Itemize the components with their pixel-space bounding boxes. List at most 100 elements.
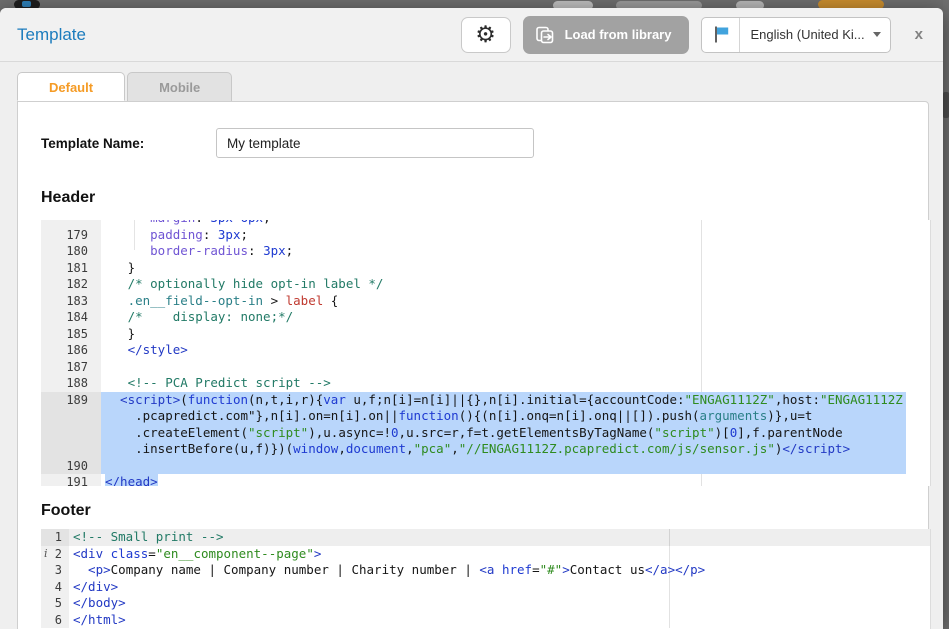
code-token: "ENGAG1112Z" (685, 392, 775, 407)
backdrop-fragment (943, 300, 949, 420)
code-token: <p> (73, 562, 111, 577)
code-token: </a></p> (645, 562, 705, 577)
language-dropdown[interactable]: English (United Ki... (701, 17, 890, 53)
code-token: .pcapredict.com"},n[i].on=n[i].on|| (105, 408, 399, 423)
code-token: window (293, 441, 338, 456)
code-token: 0 (391, 425, 399, 440)
code-line[interactable]: } (101, 260, 930, 277)
footer-section-heading: Footer (41, 502, 928, 520)
code-token: <a (479, 562, 502, 577)
code-token: "//ENGAG1112Z.pcapredict.com/js/sensor.j… (459, 441, 775, 456)
line-number: 187 (41, 359, 101, 376)
page-backdrop-right (943, 0, 949, 629)
code-line[interactable]: </head> (101, 474, 930, 486)
code-line[interactable]: /* display: none;*/ (101, 309, 930, 326)
code-line[interactable]: <!-- PCA Predict script --> (101, 375, 930, 392)
code-line[interactable]: </html> (69, 612, 930, 629)
tab-mobile[interactable]: Mobile (127, 72, 232, 101)
code-token: 3px 6px (210, 220, 263, 225)
load-from-library-button[interactable]: Load from library (523, 16, 690, 54)
code-token: arguments (700, 408, 768, 423)
code-token: } (105, 326, 135, 341)
code-token: "pca" (414, 441, 452, 456)
settings-button[interactable]: ⚙ (461, 17, 511, 53)
line-number (41, 425, 101, 442)
code-line[interactable]: </style> (101, 342, 930, 359)
code-token: </div> (73, 579, 118, 594)
editor-inner: 179180181182183184185186187188189190191 … (41, 220, 930, 486)
code-token: 3px (263, 243, 286, 258)
code-rows: margin: 3px 6px; padding: 3px; border-ra… (101, 220, 930, 486)
code-line[interactable]: border-radius: 3px; (101, 243, 930, 260)
code-token: /* optionally hide opt-in label */ (105, 276, 383, 291)
line-number: 179 (41, 227, 101, 244)
line-number: 6 (41, 612, 69, 629)
code-token: Contact us (570, 562, 645, 577)
code-line[interactable]: .insertBefore(u,f)})(window,document,"pc… (101, 441, 930, 458)
code-token: </head> (105, 474, 158, 486)
code-line[interactable] (101, 458, 930, 475)
tab-default[interactable]: Default (17, 72, 125, 101)
code-token: .createElement( (105, 425, 248, 440)
dialog-title: Template (17, 25, 86, 45)
code-line[interactable]: /* optionally hide opt-in label */ (101, 276, 930, 293)
code-token: <div (73, 546, 111, 561)
code-line[interactable]: <!-- Small print --> (69, 529, 930, 546)
code-token: "script" (654, 425, 714, 440)
code-token: function (188, 392, 248, 407)
line-number: 183 (41, 293, 101, 310)
line-number: 2i (41, 546, 69, 563)
close-button[interactable]: x (909, 22, 929, 47)
code-token: "en__component--page" (156, 546, 314, 561)
code-token: > (263, 293, 286, 308)
line-number: 190 (41, 458, 101, 475)
code-line[interactable]: } (101, 326, 930, 343)
code-token: var (323, 392, 346, 407)
code-line[interactable]: </div> (69, 579, 930, 596)
code-token: } (105, 260, 135, 275)
load-from-library-label: Load from library (565, 27, 672, 42)
code-token: ( (180, 392, 188, 407)
tab-bar: Default Mobile (17, 72, 943, 101)
code-token: href (502, 562, 532, 577)
library-icon (535, 25, 556, 45)
code-token: </html> (73, 612, 126, 627)
code-line[interactable]: </body> (69, 595, 930, 612)
header-code-editor[interactable]: 179180181182183184185186187188189190191 … (41, 220, 931, 486)
code-line[interactable]: <p>Company name | Company number | Chari… (69, 562, 930, 579)
footer-code-editor[interactable]: 12i3456 <!-- Small print --><div class="… (41, 529, 931, 629)
code-token: .insertBefore(u,f)})( (105, 441, 293, 456)
code-token: 3px (218, 227, 241, 242)
code-line[interactable] (101, 359, 930, 376)
code-rows: <!-- Small print --><div class="en__comp… (69, 529, 930, 628)
code-token: class (111, 546, 149, 561)
tab-content-panel: Template Name: Header 179180181182183184… (17, 101, 929, 629)
code-token: { (323, 293, 338, 308)
code-token: u,f;n[i]=n[i]||{},n[i].initial={accountC… (346, 392, 685, 407)
code-token: : (203, 227, 218, 242)
code-token: </body> (73, 595, 126, 610)
editor-inner: 12i3456 <!-- Small print --><div class="… (41, 529, 930, 628)
code-token: margin (105, 220, 195, 225)
line-number: 191 (41, 474, 101, 486)
code-token: border-radius (105, 243, 248, 258)
header-editor-code[interactable]: margin: 3px 6px; padding: 3px; border-ra… (101, 220, 930, 486)
code-line[interactable]: .en__field--opt-in > label { (101, 293, 930, 310)
code-token: = (148, 546, 156, 561)
template-name-input[interactable] (216, 128, 534, 158)
code-line[interactable]: <div class="en__component--page"> (69, 546, 930, 563)
footer-editor-code[interactable]: <!-- Small print --><div class="en__comp… (69, 529, 930, 628)
code-token: , (338, 441, 346, 456)
line-number: 5 (41, 595, 69, 612)
line-number (41, 408, 101, 425)
code-token: "script" (248, 425, 308, 440)
code-line[interactable]: .createElement("script"),u.async=!0,u.sr… (101, 425, 930, 442)
code-token: ; (240, 227, 248, 242)
code-line[interactable]: <script>(function(n,t,i,r){var u,f;n[i]=… (101, 392, 930, 409)
code-token: function (399, 408, 459, 423)
code-token: ),u.async=! (308, 425, 391, 440)
dialog-actions: ⚙ Load from library English (United Ki. (461, 16, 929, 54)
code-line[interactable]: .pcapredict.com"},n[i].on=n[i].on||funct… (101, 408, 930, 425)
code-line[interactable]: padding: 3px; (101, 227, 930, 244)
code-token: .en__field--opt-in (105, 293, 263, 308)
